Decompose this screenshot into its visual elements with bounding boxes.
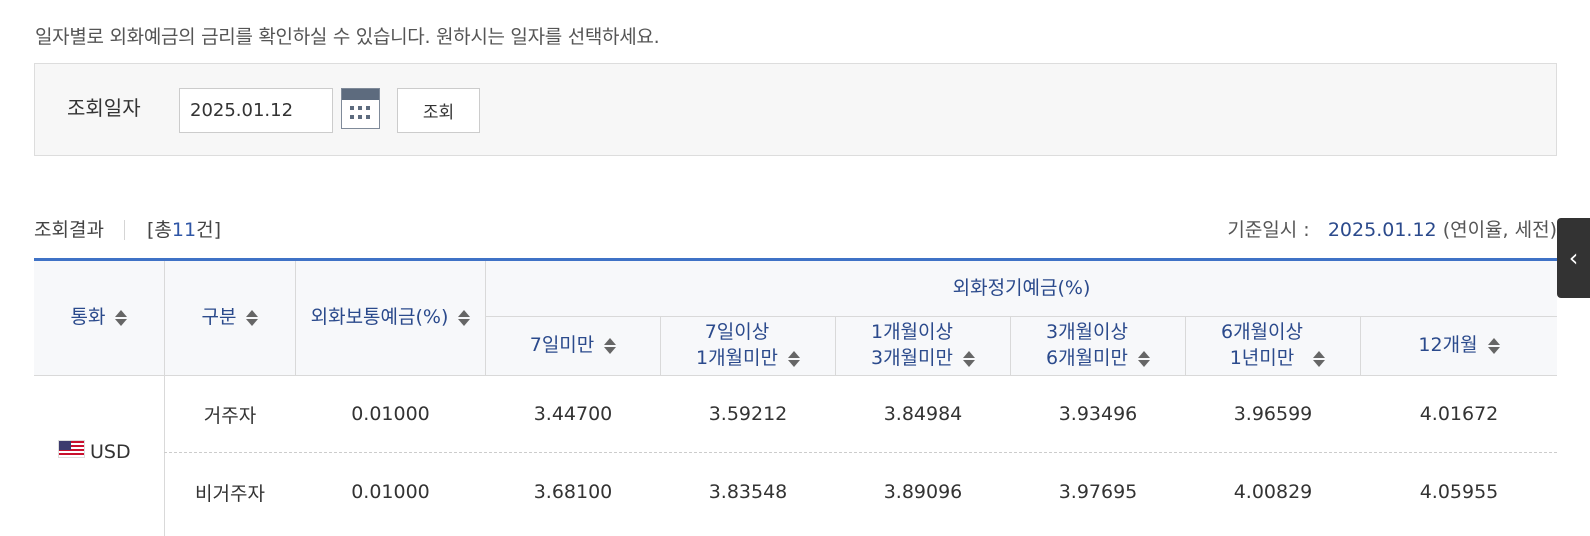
search-panel: 조회일자 조회 xyxy=(34,63,1557,156)
search-button[interactable]: 조회 xyxy=(397,88,480,133)
grid-line xyxy=(164,261,165,375)
currency-code: USD xyxy=(90,441,131,463)
term-rate: 3.59212 xyxy=(708,403,788,425)
grid-line xyxy=(486,316,1557,317)
term-rate: 3.96599 xyxy=(1233,403,1313,425)
search-date-input[interactable] xyxy=(179,88,333,133)
term-rate: 3.68100 xyxy=(533,481,613,503)
header-term-3: 3개월이상 6개월미만 xyxy=(1011,317,1185,375)
grid-line xyxy=(295,261,296,375)
sort-icon[interactable] xyxy=(788,350,800,368)
row-divider xyxy=(164,452,1557,453)
chevron-left-icon: ‹ xyxy=(1568,244,1579,272)
header-type: 구분 xyxy=(165,261,295,375)
base-date-label: 기준일시 : xyxy=(1227,219,1310,241)
result-count: [총11건] xyxy=(147,219,221,241)
term-rate: 3.44700 xyxy=(533,403,613,425)
sort-icon[interactable] xyxy=(115,309,128,327)
header-term-4: 6개월이상 1년미만 xyxy=(1186,317,1360,375)
header-term-2: 1개월이상 3개월미만 xyxy=(836,317,1010,375)
side-panel-toggle[interactable]: ‹ xyxy=(1557,218,1590,298)
term-rate: 4.05955 xyxy=(1419,481,1499,503)
grid-line xyxy=(1360,316,1361,375)
grid-line xyxy=(1010,316,1011,375)
sort-icon[interactable] xyxy=(246,309,259,327)
base-date-info: 기준일시 : 2025.01.12 (연이율, 세전) xyxy=(1227,215,1557,242)
base-date-note: (연이율, 세전) xyxy=(1442,219,1557,241)
us-flag-icon xyxy=(58,440,85,458)
term-rate: 3.97695 xyxy=(1058,481,1138,503)
row-type: 비거주자 xyxy=(195,482,265,505)
page: 일자별로 외화예금의 금리를 확인하실 수 있습니다. 원하시는 일자를 선택하… xyxy=(0,0,1590,536)
grid-line xyxy=(1185,316,1186,375)
calendar-icon[interactable] xyxy=(341,88,380,129)
term-rate: 3.93496 xyxy=(1058,403,1138,425)
grid-line xyxy=(34,375,1557,376)
term-rate: 4.00829 xyxy=(1233,481,1313,503)
sort-icon[interactable] xyxy=(604,337,617,355)
grid-line xyxy=(835,316,836,375)
search-date-label: 조회일자 xyxy=(67,96,141,120)
savings-rate: 0.01000 xyxy=(351,481,430,503)
grid-line xyxy=(485,261,486,375)
savings-rate: 0.01000 xyxy=(351,403,430,425)
row-type: 거주자 xyxy=(203,404,257,427)
header-term-deposit-group: 외화정기예금(%) xyxy=(486,261,1557,316)
header-currency: 통화 xyxy=(34,261,164,375)
intro-text: 일자별로 외화예금의 금리를 확인하실 수 있습니다. 원하시는 일자를 선택하… xyxy=(35,26,660,48)
base-date-value: 2025.01.12 xyxy=(1327,219,1437,241)
sort-icon[interactable] xyxy=(458,309,471,327)
header-savings: 외화보통예금(%) xyxy=(296,261,485,375)
sort-icon[interactable] xyxy=(1313,350,1325,368)
grid-line xyxy=(660,316,661,375)
result-divider xyxy=(124,220,125,240)
term-rate: 3.89096 xyxy=(883,481,963,503)
sort-icon[interactable] xyxy=(1487,337,1500,355)
header-term-1: 7일이상 1개월미만 xyxy=(661,317,835,375)
term-rate: 4.01672 xyxy=(1419,403,1499,425)
term-rate: 3.83548 xyxy=(708,481,788,503)
header-term-5: 12개월 xyxy=(1361,317,1557,375)
term-rate: 3.84984 xyxy=(883,403,963,425)
sort-icon[interactable] xyxy=(963,350,975,368)
header-term-0: 7일미만 xyxy=(486,317,660,375)
sort-icon[interactable] xyxy=(1138,350,1150,368)
result-title: 조회결과 xyxy=(34,219,104,241)
